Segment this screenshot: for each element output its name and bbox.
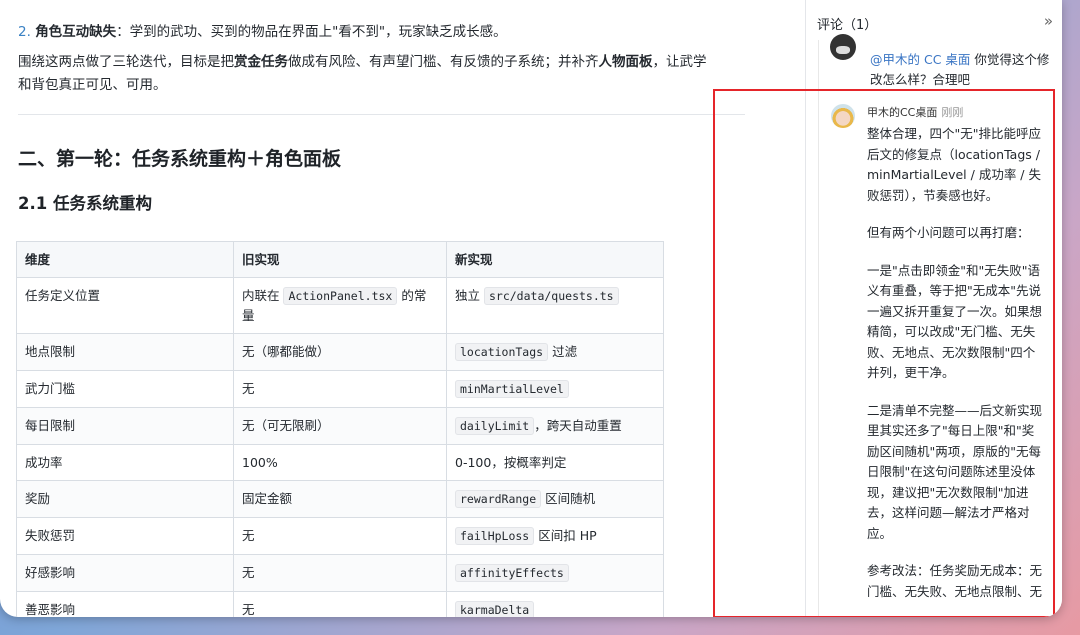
- table-row: 武力门槛 无 minMartialLevel: [16, 370, 664, 408]
- table-row: 善恶影响 无 karmaDelta: [16, 591, 664, 617]
- table-cell: dailyLimit ，跨天自动重置: [446, 407, 664, 445]
- paragraph-bold: 赏金任务: [234, 54, 288, 70]
- list-item-bold: 角色互动缺失: [35, 24, 117, 40]
- column-header: 维度: [16, 241, 234, 278]
- reply-paragraph: 整体合理，四个"无"排比能呼应后文的修复点（locationTags / min…: [867, 126, 1044, 203]
- table-header-row: 维度 旧实现 新实现: [16, 241, 664, 278]
- reply-avatar[interactable]: [831, 104, 855, 128]
- table-row: 任务定义位置 内联在 ActionPanel.tsx 的常量 独立 src/da…: [16, 277, 664, 334]
- cell-text: 区间扣 HP: [534, 528, 597, 543]
- table-cell: 善恶影响: [16, 591, 234, 617]
- table-cell: 无: [233, 370, 447, 408]
- table-cell: 任务定义位置: [16, 277, 234, 334]
- table-cell: 奖励: [16, 480, 234, 518]
- inline-code: ActionPanel.tsx: [283, 287, 398, 305]
- paragraph-text: 做成有风险、有声望门槛、有反馈的子系统；并补齐: [288, 54, 599, 70]
- list-item-2: 2. 角色互动缺失：学到的武功、买到的物品在界面上"看不到"，玩家缺乏成长感。: [18, 20, 507, 44]
- inline-code: dailyLimit: [455, 417, 535, 435]
- table-row: 好感影响 无 affinityEffects: [16, 554, 664, 592]
- table-cell: 地点限制: [16, 333, 234, 371]
- table-cell: karmaDelta: [446, 591, 664, 617]
- table-cell: 独立 src/data/quests.ts: [446, 277, 664, 334]
- table-cell: 每日限制: [16, 407, 234, 445]
- inline-code: affinityEffects: [455, 564, 569, 582]
- reply-paragraph: 一是"点击即领金"和"无失败"语义有重叠，等于把"无成本"先说一遍又拆开重复了一…: [867, 262, 1043, 381]
- cell-text: 内联在: [242, 288, 284, 303]
- column-header: 新实现: [446, 241, 664, 278]
- reply-time: 刚刚: [941, 106, 964, 119]
- table-cell: 100%: [233, 444, 447, 481]
- reply-paragraph: 二是清单不完整——后文新实现里其实还多了"每日上限"和"奖励区间随机"两项，原版…: [867, 402, 1043, 541]
- thread-line: [818, 40, 819, 617]
- author-name[interactable]: 甲木的CC桌面: [867, 106, 937, 119]
- reply-paragraph: 参考改法：任务奖励无成本：无门槛、无失败、无地点限制、无: [867, 563, 1043, 599]
- cell-text: ，跨天自动重置: [534, 418, 622, 433]
- table-cell: failHpLoss 区间扣 HP: [446, 517, 664, 555]
- table-cell: 好感影响: [16, 554, 234, 592]
- comments-title: 评论（1）: [817, 18, 878, 33]
- table-cell: 无: [233, 591, 447, 617]
- table-row: 成功率 100% 0-100，按概率判定: [16, 444, 664, 481]
- inline-code: failHpLoss: [455, 527, 535, 545]
- table-cell: 无（哪都能做）: [233, 333, 447, 371]
- table-row: 地点限制 无（哪都能做） locationTags 过滤: [16, 333, 664, 371]
- comments-panel: 评论（1） » @甲木的 CC 桌面 你觉得这个修改怎么样？合理吧 甲木的CC桌…: [805, 0, 1062, 617]
- table-cell: 无: [233, 517, 447, 555]
- subsection-heading: 2.1 任务系统重构: [18, 194, 152, 213]
- table-cell: 失败惩罚: [16, 517, 234, 555]
- table-row: 失败惩罚 无 failHpLoss 区间扣 HP: [16, 517, 664, 555]
- inline-code: minMartialLevel: [455, 380, 569, 398]
- app-window: 2. 角色互动缺失：学到的武功、买到的物品在界面上"看不到"，玩家缺乏成长感。 …: [0, 0, 1062, 617]
- mention-link[interactable]: @甲木的 CC 桌面: [870, 52, 970, 67]
- inline-code: rewardRange: [455, 490, 542, 508]
- table-cell: minMartialLevel: [446, 370, 664, 408]
- cell-text: 独立: [455, 288, 484, 303]
- inline-code: karmaDelta: [455, 601, 535, 617]
- inline-code: src/data/quests.ts: [483, 287, 619, 305]
- inline-code: locationTags: [455, 343, 549, 361]
- table-cell: locationTags 过滤: [446, 333, 664, 371]
- table-cell: 0-100，按概率判定: [446, 444, 664, 481]
- cell-text: 过滤: [548, 344, 578, 359]
- table-cell: affinityEffects: [446, 554, 664, 592]
- reply-body: 整体合理，四个"无"排比能呼应后文的修复点（locationTags / min…: [867, 124, 1045, 617]
- comparison-table: 维度 旧实现 新实现 任务定义位置 内联在 ActionPanel.tsx 的常…: [16, 241, 664, 617]
- section-heading: 二、第一轮：任务系统重构＋角色面板: [18, 148, 342, 170]
- document-content: 2. 角色互动缺失：学到的武功、买到的物品在界面上"看不到"，玩家缺乏成长感。 …: [0, 0, 805, 617]
- table-cell: rewardRange 区间随机: [446, 480, 664, 518]
- collapse-panel-icon[interactable]: »: [1044, 12, 1053, 30]
- column-header: 旧实现: [233, 241, 447, 278]
- table-cell: 武力门槛: [16, 370, 234, 408]
- table-cell: 无（可无限刷）: [233, 407, 447, 445]
- reply-author: 甲木的CC桌面 刚刚: [867, 104, 963, 120]
- comment-text: @甲木的 CC 桌面 你觉得这个修改怎么样？合理吧: [870, 50, 1050, 90]
- table-cell: 固定金额: [233, 480, 447, 518]
- divider: [18, 114, 745, 115]
- paragraph-line-2: 和背包真正可见、可用。: [18, 77, 167, 93]
- table-row: 每日限制 无（可无限刷） dailyLimit ，跨天自动重置: [16, 407, 664, 445]
- list-item-text: ：学到的武功、买到的物品在界面上"看不到"，玩家缺乏成长感。: [116, 24, 507, 40]
- table-row: 奖励 固定金额 rewardRange 区间随机: [16, 480, 664, 518]
- reply-paragraph: 但有两个小问题可以再打磨：: [867, 225, 1030, 240]
- user-avatar[interactable]: [830, 34, 856, 60]
- cell-text: 区间随机: [541, 491, 596, 506]
- paragraph-text: ，让武学: [652, 54, 707, 70]
- table-cell: 成功率: [16, 444, 234, 481]
- table-cell: 内联在 ActionPanel.tsx 的常量: [233, 277, 447, 334]
- paragraph-text: 围绕这两点做了三轮迭代，目标是把: [18, 54, 234, 70]
- table-cell: 无: [233, 554, 447, 592]
- paragraph-bold: 人物面板: [598, 54, 653, 70]
- paragraph-line-1: 围绕这两点做了三轮迭代，目标是把赏金任务做成有风险、有声望门槛、有反馈的子系统；…: [18, 50, 707, 74]
- list-number: 2.: [18, 24, 31, 40]
